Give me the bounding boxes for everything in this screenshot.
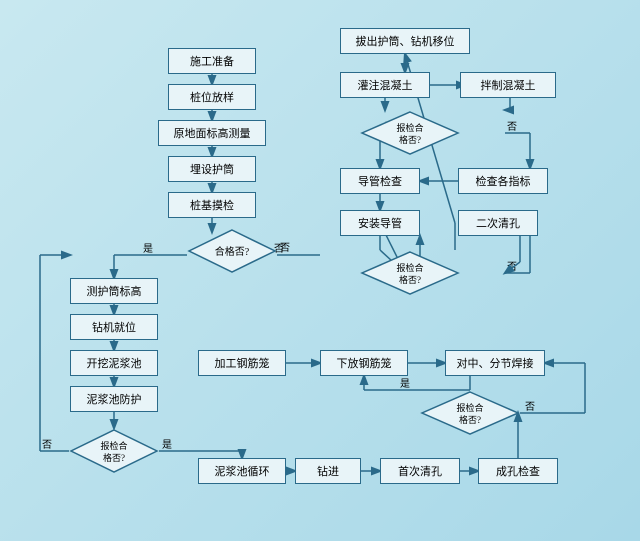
diamond-baojian-4: 报检合 格否?: [360, 110, 460, 156]
svg-text:否: 否: [507, 261, 517, 273]
box-yuandimianbiaogao: 原地面标高测量: [158, 120, 266, 146]
svg-text:格否?: 格否?: [399, 274, 421, 285]
svg-text:否: 否: [42, 439, 52, 451]
box-xiafanggangjilong: 下放钢筋笼: [320, 350, 408, 376]
box-shigong-zhunbei: 施工准备: [168, 48, 256, 74]
box-zhuanjimojian: 桩基摸检: [168, 192, 256, 218]
box-guanzhuhunningtu: 灌注混凝土: [340, 72, 430, 98]
box-shouciqingkong: 首次清孔: [380, 458, 460, 484]
svg-text:否: 否: [525, 401, 535, 413]
svg-text:是: 是: [162, 439, 172, 451]
box-chengkongjiancha: 成孔检查: [478, 458, 558, 484]
svg-text:格否?: 格否?: [399, 134, 421, 145]
box-zuanjijuwei: 钻机就位: [70, 314, 158, 340]
box-jiagonggangjilong: 加工钢筋笼: [198, 350, 286, 376]
svg-text:格否?: 格否?: [459, 414, 481, 425]
diamond-baojian-2: 报检合 格否?: [69, 428, 159, 474]
svg-text:是: 是: [400, 378, 410, 390]
box-banzhihunningtu: 拌制混凝土: [460, 72, 556, 98]
svg-text:格否?: 格否?: [103, 452, 125, 463]
box-nijianchihuanxun: 泥浆池循环: [198, 458, 286, 484]
box-erciqingkong: 二次清孔: [458, 210, 538, 236]
box-kaiwanijianchi: 开挖泥浆池: [70, 350, 158, 376]
box-zhuanwei-fangyang: 桩位放样: [168, 84, 256, 110]
diamond-hegefu-1: 合格否?: [187, 228, 277, 274]
flowchart: 否 是 否 是 否: [10, 10, 630, 531]
box-zuanjin: 钻进: [295, 458, 361, 484]
diamond-baojian-5: 报检合 格否?: [360, 250, 460, 296]
svg-text:报检合: 报检合: [396, 122, 423, 133]
box-cehutongbiaogao: 测护筒标高: [70, 278, 158, 304]
diamond-baojian-3: 报检合 格否?: [420, 390, 520, 436]
svg-text:是: 是: [143, 243, 153, 255]
svg-text:报检合: 报检合: [100, 440, 127, 451]
box-nijianchianghu: 泥浆池防护: [70, 386, 158, 412]
box-daoguanjiancha: 导管检查: [340, 168, 420, 194]
box-anzhuangdaoguan: 安装导管: [340, 210, 420, 236]
box-bachhutong: 拔出护筒、钻机移位: [340, 28, 470, 54]
svg-text:报检合: 报检合: [456, 402, 483, 413]
svg-text:合格否?: 合格否?: [215, 245, 250, 258]
box-jianchagezhbiao: 检查各指标: [458, 168, 548, 194]
svg-text:报检合: 报检合: [396, 262, 423, 273]
svg-text:否: 否: [280, 242, 290, 254]
box-maishehutong: 埋设护筒: [168, 156, 256, 182]
box-duizhongfenjie: 对中、分节焊接: [445, 350, 545, 376]
svg-text:否: 否: [507, 121, 517, 133]
